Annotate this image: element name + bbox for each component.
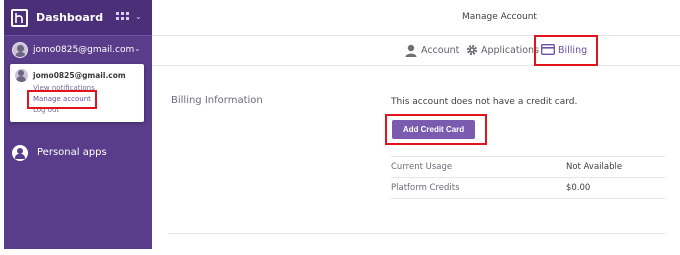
row-label: Current Usage — [391, 162, 453, 172]
person-icon — [405, 44, 417, 57]
sidebar: Dashboard ⌄ jomo0825@gmail.com ⌄ Persona… — [4, 0, 152, 249]
table-row-divider — [391, 198, 665, 219]
account-email: jomo0825@gmail.com — [33, 45, 135, 55]
sidebar-header: Dashboard ⌄ — [4, 0, 152, 36]
chevron-down-icon[interactable]: ⌄ — [135, 12, 142, 21]
top-header: Manage Account — [152, 0, 680, 36]
chevron-down-icon[interactable]: ⌄ — [134, 44, 141, 53]
user-avatar-icon — [12, 42, 28, 58]
table-row: Platform Credits $0.00 — [391, 177, 665, 198]
heroku-logo-icon[interactable] — [11, 9, 28, 27]
sidebar-item-label: Personal apps — [37, 147, 107, 158]
tab-label: Account — [421, 45, 460, 56]
highlight-add-credit-card — [385, 114, 487, 145]
dropdown-email: jomo0825@gmail.com — [33, 71, 126, 80]
gear-icon — [466, 44, 478, 56]
no-card-message: This account does not have a credit card… — [391, 97, 578, 107]
row-value: Not Available — [566, 162, 623, 172]
page-title: Manage Account — [462, 12, 537, 22]
tab-label: Applications — [481, 45, 540, 56]
user-avatar-icon — [15, 69, 28, 82]
highlight-billing-tab — [534, 35, 598, 66]
row-value: $0.00 — [566, 183, 591, 193]
divider — [168, 233, 665, 234]
dashboard-title[interactable]: Dashboard — [36, 11, 103, 24]
billing-section-title: Billing Information — [171, 95, 263, 106]
apps-grid-icon[interactable] — [116, 12, 130, 22]
row-label: Platform Credits — [391, 183, 460, 193]
highlight-manage-account — [27, 90, 97, 109]
table-row: Current Usage Not Available — [391, 156, 665, 177]
account-switcher[interactable]: jomo0825@gmail.com ⌄ — [4, 37, 152, 63]
person-circle-icon — [12, 145, 28, 161]
account-tabs: Account Applications Billing — [152, 36, 680, 66]
